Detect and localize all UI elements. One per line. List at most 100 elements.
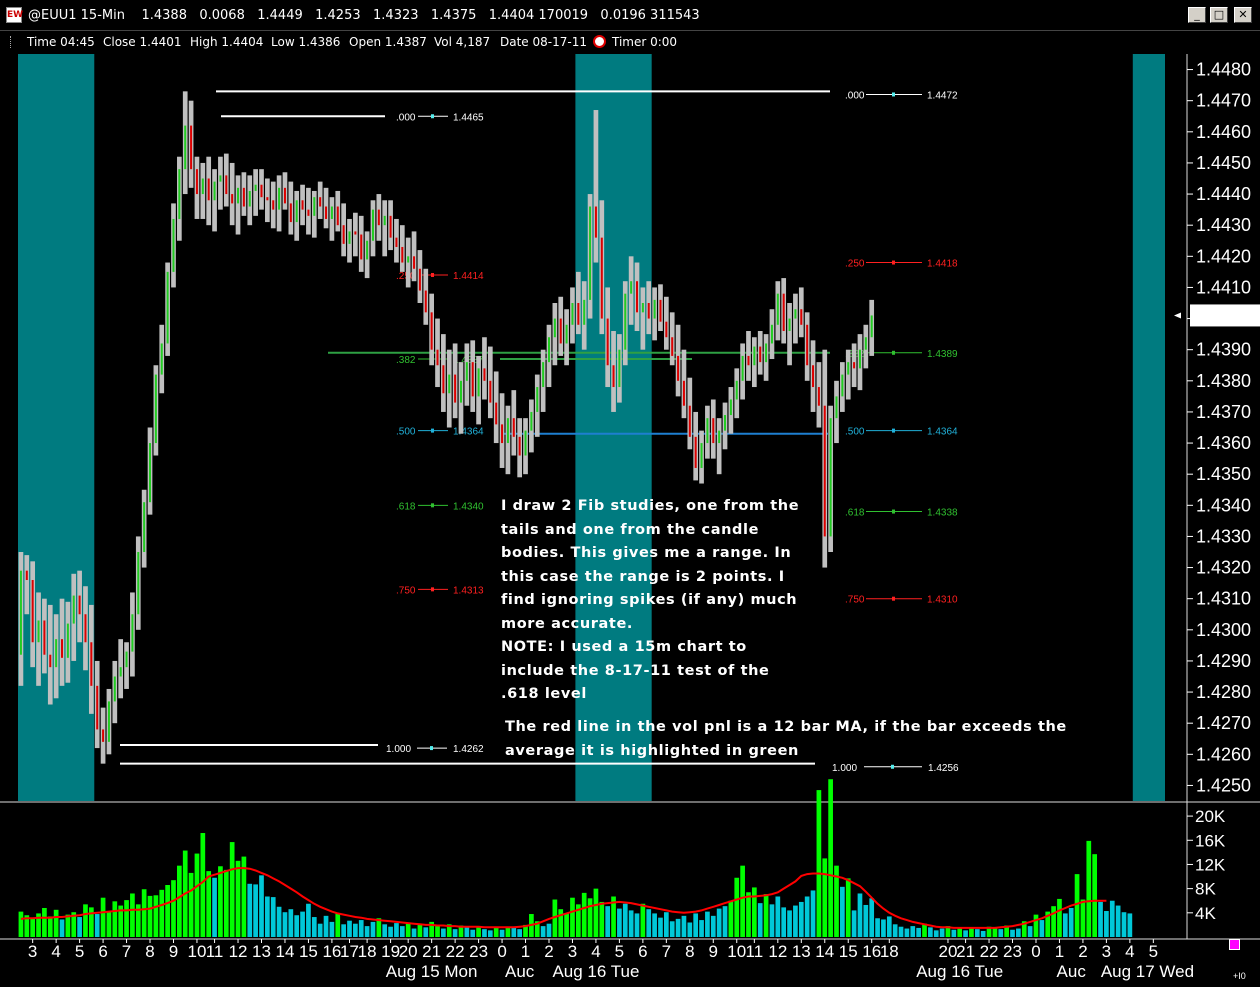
candle-body-56	[348, 231, 351, 244]
volume-bar-179	[1068, 907, 1074, 937]
candle-body-83	[506, 418, 509, 444]
candle-body-53	[330, 206, 333, 219]
volume-bar-178	[1062, 913, 1068, 937]
volume-bar-54	[335, 913, 341, 937]
candle-body-58	[360, 234, 363, 260]
volume-bar-43	[270, 897, 276, 937]
candle-body-69	[424, 290, 427, 313]
candle-body-129	[776, 293, 779, 325]
volume-bar-136	[816, 790, 822, 937]
candle-body-144	[864, 337, 867, 350]
x-tick-label-30: 9	[709, 942, 718, 961]
x-tick-label-46: 3	[1102, 942, 1111, 961]
x-tick-label-34: 13	[792, 942, 811, 961]
candle-body-125	[753, 346, 756, 366]
x-tick-label-29: 8	[685, 942, 694, 961]
candle-body-68	[418, 268, 421, 291]
candle-body-132	[794, 309, 797, 319]
volume-bar-60	[370, 921, 376, 937]
fib-level-price-7: 1.4262	[453, 744, 484, 755]
candle-body-39	[248, 190, 251, 207]
volume-bar-56	[347, 920, 352, 937]
candle-body-0	[19, 570, 22, 655]
x-tick-label-26: 5	[615, 942, 624, 961]
candle-body-128	[770, 324, 773, 344]
x-tick-label-42: 23	[1003, 942, 1022, 961]
candle-body-66	[407, 256, 410, 263]
candle-body-59	[366, 240, 369, 260]
candle-body-96	[583, 299, 586, 325]
volume-bar-13	[94, 914, 100, 937]
volume-bar-68	[417, 923, 423, 937]
volume-bar-4	[42, 907, 47, 937]
candle-body-80	[489, 380, 492, 403]
volume-bar-84	[511, 927, 517, 937]
candle-range-40	[253, 169, 258, 216]
date-label-1: Auc	[505, 962, 535, 981]
date-label-4: Auc	[1057, 962, 1087, 981]
candle-body-90	[547, 337, 550, 363]
candle-body-112	[677, 355, 680, 381]
candle-body-82	[501, 424, 504, 444]
fib-level-label-13: 1.000	[832, 763, 857, 774]
volume-bar-138	[828, 779, 833, 937]
y-tick-label-8: 1.4330	[1196, 526, 1251, 546]
volume-bar-152	[910, 926, 916, 937]
candle-body-46	[289, 203, 292, 223]
x-tick-label-31: 10	[727, 942, 746, 961]
x-tick-label-16: 19	[381, 942, 400, 961]
x-tick-label-2: 5	[75, 942, 84, 961]
candle-range-62	[382, 200, 388, 257]
volume-bar-71	[435, 925, 440, 937]
color-swatch-icon[interactable]	[1229, 939, 1240, 950]
candle-body-21	[143, 502, 146, 552]
fib-level-label-1: .000	[396, 112, 416, 123]
x-tick-label-44: 1	[1055, 942, 1064, 961]
fib-level-price-8: 1.4418	[927, 259, 958, 270]
candle-body-114	[688, 405, 691, 437]
volume-bar-137	[822, 858, 828, 937]
candle-body-49	[307, 209, 310, 216]
candle-body-85	[518, 436, 521, 456]
candle-body-84	[512, 418, 515, 437]
candle-body-130	[782, 293, 785, 332]
candle-body-94	[571, 303, 574, 325]
x-tick-label-15: 18	[358, 942, 377, 961]
volume-bar-107	[646, 909, 652, 937]
x-tick-label-13: 16	[322, 942, 341, 961]
volume-bar-184	[1098, 901, 1103, 937]
candle-body-16	[113, 676, 116, 702]
candle-body-17	[119, 667, 122, 677]
volume-bar-159	[951, 929, 957, 937]
volume-bar-106	[640, 903, 646, 937]
price-chart[interactable]: .0001.4472.0001.4465.2501.4414.3821.4387…	[0, 0, 1260, 987]
candle-body-3	[37, 620, 40, 643]
volume-bar-123	[740, 865, 745, 937]
candle-range-98	[593, 110, 599, 263]
volume-bar-115	[693, 913, 699, 937]
y-tick-label-20: 1.4450	[1196, 153, 1251, 173]
candle-body-41	[260, 184, 263, 198]
volume-bar-22	[147, 895, 153, 937]
candle-body-88	[536, 387, 539, 412]
fib-level-price-11: 1.4338	[927, 508, 958, 519]
y-tick-label-19: 1.4440	[1196, 184, 1251, 204]
candle-body-6	[55, 639, 58, 668]
volume-bar-116	[699, 920, 704, 937]
date-label-0: Aug 15 Mon	[386, 962, 478, 981]
y-tick-label-11: 1.4360	[1196, 433, 1251, 453]
x-tick-label-8: 11	[206, 942, 224, 961]
date-label-3: Aug 16 Tue	[916, 962, 1003, 981]
volume-bar-33	[212, 877, 217, 937]
x-tick-label-1: 4	[51, 942, 60, 961]
x-tick-label-32: 11	[746, 942, 764, 961]
x-tick-label-4: 7	[122, 942, 131, 961]
volume-bar-172	[1027, 926, 1033, 937]
y-tick-label-13: 1.4380	[1196, 371, 1251, 391]
fib-marker-1	[431, 114, 434, 119]
volume-bar-127	[763, 894, 769, 937]
volume-bar-132	[793, 905, 798, 937]
candle-body-120	[724, 415, 727, 431]
candle-body-63	[389, 215, 392, 238]
volume-bar-35	[223, 869, 229, 937]
